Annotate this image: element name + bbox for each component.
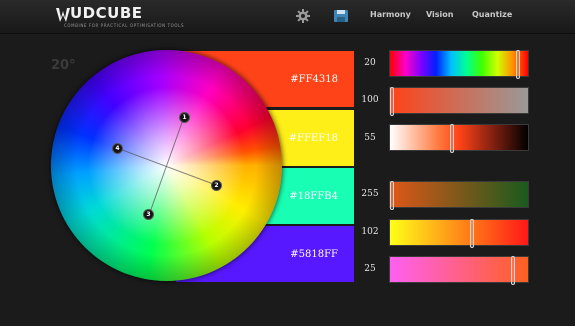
swatch-hex: #5818FF [290, 248, 338, 260]
lightness-slider[interactable] [389, 124, 529, 153]
wheel-marker-1[interactable]: 1 [179, 112, 190, 123]
blue-slider-thumb[interactable] [511, 256, 515, 285]
blue-slider[interactable] [389, 256, 529, 285]
hue-slider[interactable] [389, 50, 529, 79]
nav-harmony[interactable]: Harmony [370, 10, 411, 19]
logo-text: UDCUBE [70, 4, 143, 22]
logo-tagline: COMBINE FOR PRACTICAL OPTIMISATION TOOLS [64, 23, 185, 28]
wheel-marker-2[interactable]: 2 [211, 180, 222, 191]
blue-value: 25 [364, 264, 376, 274]
hue-slider-thumb[interactable] [516, 50, 520, 79]
saturation-slider[interactable] [389, 87, 529, 116]
saturation-slider-thumb[interactable] [390, 87, 394, 116]
red-slider[interactable] [389, 181, 529, 210]
lightness-slider-thumb[interactable] [450, 124, 454, 153]
nav-vision[interactable]: Vision [426, 10, 454, 19]
green-slider-thumb[interactable] [470, 219, 474, 248]
swatch-hex: #FF4318 [290, 73, 338, 85]
green-slider[interactable] [389, 219, 529, 248]
red-slider-thumb[interactable] [390, 181, 394, 210]
color-wheel[interactable]: 1 2 3 4 [51, 50, 282, 281]
logo-mark-icon [56, 8, 70, 22]
lightness-value: 55 [364, 133, 376, 143]
red-value: 255 [361, 189, 379, 199]
top-bar: UDCUBE COMBINE FOR PRACTICAL OPTIMISATIO… [0, 0, 575, 34]
swatch-hex: #FFEF18 [288, 132, 338, 144]
swatch-hex: #18FFB4 [289, 190, 338, 202]
gear-icon[interactable] [295, 8, 311, 24]
save-icon[interactable] [333, 8, 349, 24]
wheel-marker-3[interactable]: 3 [143, 209, 154, 220]
green-value: 102 [361, 227, 379, 237]
nav-quantize[interactable]: Quantize [472, 10, 512, 19]
saturation-value: 100 [361, 95, 379, 105]
wheel-marker-4[interactable]: 4 [112, 143, 123, 154]
hue-value: 20 [364, 58, 376, 68]
color-wheel-connector-lines [116, 116, 217, 216]
